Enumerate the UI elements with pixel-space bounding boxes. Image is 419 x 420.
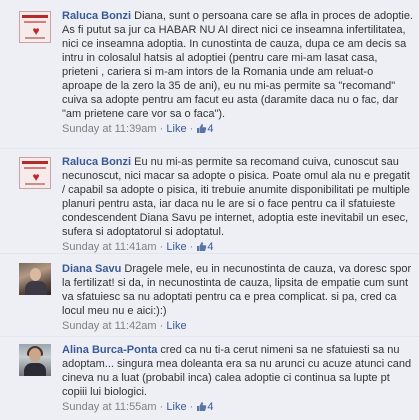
comment-item: Alina Burca-Ponta cred ca nu ti-a cerut … (0, 336, 419, 420)
thumbs-up-icon (197, 402, 207, 411)
comment-author[interactable]: Raluca Bonzi (62, 10, 131, 22)
user-photo-avatar[interactable] (19, 263, 51, 295)
separator-dot: · (159, 401, 164, 413)
like-count[interactable]: 4 (196, 401, 214, 413)
comment-author[interactable]: Raluca Bonzi (62, 156, 131, 168)
like-count[interactable]: 4 (196, 123, 214, 135)
like-link[interactable]: Like (166, 320, 186, 332)
adoption-logo-avatar[interactable]: ♥ (19, 11, 51, 43)
comment-body: Alina Burca-Ponta cred ca nu ti-a cerut … (62, 343, 416, 399)
comment-text: Eu nu mi-as permite sa recomand cuiva, c… (62, 156, 410, 238)
comment-meta: Sunday at 11:42am · Like (62, 319, 416, 333)
separator-dot: · (159, 241, 164, 253)
comment-author[interactable]: Diana Savu (62, 263, 121, 275)
adoption-logo-avatar[interactable]: ♥ (19, 157, 51, 189)
comment-body: Raluca Bonzi Eu nu mi-as permite sa reco… (62, 155, 416, 239)
separator-dot: · (189, 241, 194, 253)
heart-icon: ♥ (32, 170, 40, 184)
like-count[interactable]: 4 (196, 241, 214, 253)
like-link[interactable]: Like (166, 401, 186, 413)
comment-timestamp[interactable]: Sunday at 11:55am (62, 401, 157, 413)
user-photo-avatar[interactable] (19, 344, 51, 376)
comment-timestamp[interactable]: Sunday at 11:39am (62, 123, 157, 135)
comment-author[interactable]: Alina Burca-Ponta (62, 344, 157, 356)
heart-icon: ♥ (32, 24, 40, 38)
comment-item: Diana Savu Dragele mele, eu in necunosti… (0, 253, 419, 336)
like-link[interactable]: Like (166, 241, 186, 253)
separator-dot: · (189, 123, 194, 135)
comment-item: ♥ Raluca Bonzi Eu nu mi-as permite sa re… (0, 148, 419, 253)
comment-meta: Sunday at 11:55am · Like · 4 (62, 400, 416, 414)
comment-body: Diana Savu Dragele mele, eu in necunosti… (62, 262, 416, 318)
comment-item: ♥ Raluca Bonzi Diana, sunt o persoana ca… (0, 0, 419, 148)
separator-dot: · (189, 401, 194, 413)
comment-timestamp[interactable]: Sunday at 11:41am (62, 241, 157, 253)
separator-dot: · (159, 123, 164, 135)
like-link[interactable]: Like (166, 123, 186, 135)
comment-text: Diana, sunt o persoana care se afla in p… (62, 10, 413, 120)
comment-meta: Sunday at 11:41am · Like · 4 (62, 240, 416, 254)
comment-meta: Sunday at 11:39am · Like · 4 (62, 122, 416, 136)
thumbs-up-icon (197, 124, 207, 133)
separator-dot: · (159, 320, 164, 332)
comment-timestamp[interactable]: Sunday at 11:42am (62, 320, 157, 332)
thumbs-up-icon (197, 242, 207, 251)
comment-body: Raluca Bonzi Diana, sunt o persoana care… (62, 9, 416, 121)
